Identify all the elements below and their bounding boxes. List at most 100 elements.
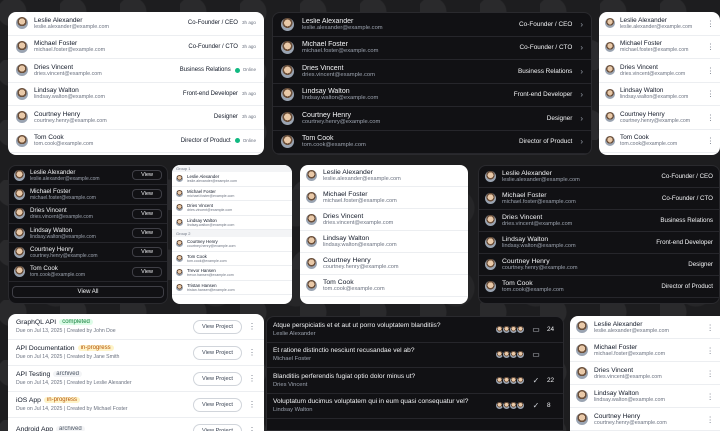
list-item[interactable]: Dries Vincent dries.vincent@example.com Vi… xyxy=(9,205,167,224)
view-project-button[interactable]: View Project xyxy=(193,371,242,386)
list-item[interactable]: Leslie Alexander leslie.alexander@example… xyxy=(479,166,719,188)
person-name[interactable]: Tom Cook xyxy=(502,280,655,287)
chevron-right-icon[interactable]: › xyxy=(580,20,583,29)
list-item[interactable]: Dries Vincent dries.vincent@example.com ⋮ xyxy=(570,362,720,385)
more-vertical-icon[interactable]: ⋮ xyxy=(248,426,256,431)
view-button[interactable]: View xyxy=(132,266,162,277)
list-item[interactable]: Lindsay Walton lindsay.walton@example.com… xyxy=(9,224,167,244)
list-item[interactable]: Dries Vincent dries.vincent@example.com ⋮ xyxy=(599,59,720,83)
view-button[interactable]: View xyxy=(132,189,162,200)
discussion-title[interactable]: Blanditiis perferendis fugiat optio dolo… xyxy=(273,373,489,380)
list-item[interactable]: Tom Cook tom.cook@example.com Director of … xyxy=(273,131,591,154)
list-item[interactable]: Tom Cook tom.cook@example.com ⋮ xyxy=(599,130,720,153)
person-name[interactable]: Tom Cook xyxy=(620,134,702,141)
list-item[interactable]: Dries Vincent dries.vincent@example.com xyxy=(300,209,468,231)
person-name[interactable]: Lindsay Walton xyxy=(323,235,462,242)
person-name[interactable]: Leslie Alexander xyxy=(620,17,702,24)
more-vertical-icon[interactable]: ⋮ xyxy=(248,348,256,357)
person-name[interactable]: Courtney Henry xyxy=(502,258,682,265)
person-name[interactable]: Dries Vincent xyxy=(34,64,174,71)
list-item[interactable]: Courtney Henry courtney.henry@example.com… xyxy=(479,254,719,276)
more-vertical-icon[interactable]: ⋮ xyxy=(707,136,714,145)
more-vertical-icon[interactable]: ⋮ xyxy=(707,19,714,28)
person-name[interactable]: Michael Foster xyxy=(620,40,702,47)
discussion-row[interactable]: Et ratione distinctio nesciunt recusanda… xyxy=(267,343,563,368)
list-item[interactable]: Tom Cook tom.cook@example.com xyxy=(300,275,468,297)
list-item[interactable]: Leslie Alexander leslie.alexander@example… xyxy=(599,12,720,36)
more-vertical-icon[interactable]: ⋮ xyxy=(706,346,714,355)
list-item[interactable]: Lindsay Walton lindsay.walton@example.com xyxy=(300,231,468,253)
person-name[interactable]: Courtney Henry xyxy=(323,257,462,264)
list-item[interactable]: Courtney Henry courtney.henry@example.com… xyxy=(570,408,720,431)
person-name[interactable]: Michael Foster xyxy=(594,344,700,351)
more-vertical-icon[interactable]: ⋮ xyxy=(248,374,256,383)
person-name[interactable]: Leslie Alexander xyxy=(502,170,655,177)
list-item[interactable]: Michael Foster michael.foster@example.com… xyxy=(8,36,264,59)
person-name[interactable]: Michael Foster xyxy=(502,192,656,199)
person-name[interactable]: Dries Vincent xyxy=(502,214,654,221)
list-item[interactable]: Michael Foster michael.foster@example.com… xyxy=(479,188,719,210)
list-item[interactable]: Courtney Henry courtney.henry@example.com… xyxy=(599,106,720,130)
more-vertical-icon[interactable]: ⋮ xyxy=(707,89,714,98)
person-name[interactable]: Tom Cook xyxy=(30,265,127,272)
person-name[interactable]: Lindsay Walton xyxy=(620,87,702,94)
discussion-row[interactable]: Atque perspiciatis et et aut ut porro vo… xyxy=(267,317,563,343)
person-name[interactable]: Tom Cook xyxy=(34,134,175,141)
chevron-right-icon[interactable]: › xyxy=(580,114,583,123)
view-project-button[interactable]: View Project xyxy=(193,423,242,431)
list-item[interactable]: Courtney Henry courtney.henry@example.com… xyxy=(9,243,167,263)
person-name[interactable]: Courtney Henry xyxy=(30,246,127,253)
person-name[interactable]: Leslie Alexander xyxy=(30,169,127,176)
view-button[interactable]: View xyxy=(132,228,162,239)
list-item[interactable]: Michael Foster michael.foster@example.com… xyxy=(599,36,720,59)
person-name[interactable]: Courtney Henry xyxy=(302,112,539,119)
chevron-right-icon[interactable]: › xyxy=(580,90,583,99)
more-vertical-icon[interactable]: ⋮ xyxy=(707,113,714,122)
person-name[interactable]: Lindsay Walton xyxy=(30,227,127,234)
view-project-button[interactable]: View Project xyxy=(193,319,242,334)
list-item[interactable]: Dries Vincent dries.vincent@example.com Bu… xyxy=(479,210,719,232)
project-title[interactable]: API Documentation xyxy=(16,345,75,352)
project-title[interactable]: GraphQL API xyxy=(16,319,56,326)
person-name[interactable]: Leslie Alexander xyxy=(34,17,182,24)
person-name[interactable]: Michael Foster xyxy=(302,41,512,48)
person-name[interactable]: Leslie Alexander xyxy=(323,169,462,176)
chevron-right-icon[interactable]: › xyxy=(580,43,583,52)
person-name[interactable]: Courtney Henry xyxy=(620,111,702,118)
list-item[interactable]: Tristan Hansen tristan.hansen@example.com xyxy=(172,281,292,295)
person-name[interactable]: Tom Cook xyxy=(323,279,462,286)
more-vertical-icon[interactable]: ⋮ xyxy=(707,66,714,75)
discussion-title[interactable]: Voluptatum ducimus voluptatem qui in eum… xyxy=(273,398,489,405)
list-item[interactable]: Lindsay Walton lindsay.walton@example.com… xyxy=(8,83,264,106)
project-title[interactable]: Android App xyxy=(16,426,53,431)
list-item[interactable]: Dries Vincent dries.vincent@example.com Bu… xyxy=(8,59,264,83)
list-item[interactable]: Courtney Henry courtney.henry@example.com xyxy=(300,253,468,275)
list-item[interactable]: Courtney Henry courtney.henry@example.com… xyxy=(273,107,591,131)
person-name[interactable]: Lindsay Walton xyxy=(34,87,177,94)
person-name[interactable]: Dries Vincent xyxy=(620,64,702,71)
discussion-row[interactable]: Voluptatum ducimus voluptatem qui in eum… xyxy=(267,394,563,419)
more-vertical-icon[interactable]: ⋮ xyxy=(248,400,256,409)
more-vertical-icon[interactable]: ⋮ xyxy=(706,323,714,332)
view-button[interactable]: View xyxy=(132,170,162,181)
chevron-right-icon[interactable]: › xyxy=(580,137,583,146)
person-name[interactable]: Lindsay Walton xyxy=(594,390,700,397)
person-name[interactable]: Dries Vincent xyxy=(302,65,510,72)
list-item[interactable]: Lindsay Walton lindsay.walton@example.com… xyxy=(599,83,720,106)
discussion-row[interactable]: Blanditiis perferendis fugiat optio dolo… xyxy=(267,368,563,394)
more-vertical-icon[interactable]: ⋮ xyxy=(706,392,714,401)
person-name[interactable]: Michael Foster xyxy=(34,40,182,47)
person-name[interactable]: Leslie Alexander xyxy=(302,18,511,25)
list-item[interactable]: Tom Cook tom.cook@example.com Director of … xyxy=(8,130,264,153)
person-name[interactable]: Dries Vincent xyxy=(594,367,700,374)
list-item[interactable]: Michael Foster michael.foster@example.com… xyxy=(570,339,720,362)
person-name[interactable]: Leslie Alexander xyxy=(594,321,700,328)
more-vertical-icon[interactable]: ⋮ xyxy=(706,369,714,378)
discussion-title[interactable]: Et ratione distinctio nesciunt recusanda… xyxy=(273,347,489,354)
view-project-button[interactable]: View Project xyxy=(193,345,242,360)
list-item[interactable]: Lindsay Walton lindsay.walton@example.com… xyxy=(273,84,591,107)
project-title[interactable]: API Testing xyxy=(16,371,50,378)
list-item[interactable]: Leslie Alexander leslie.alexander@example… xyxy=(172,172,292,187)
list-item[interactable]: Leslie Alexander leslie.alexander@example… xyxy=(9,166,167,186)
list-item[interactable]: Michael Foster michael.foster@example.com xyxy=(300,187,468,209)
